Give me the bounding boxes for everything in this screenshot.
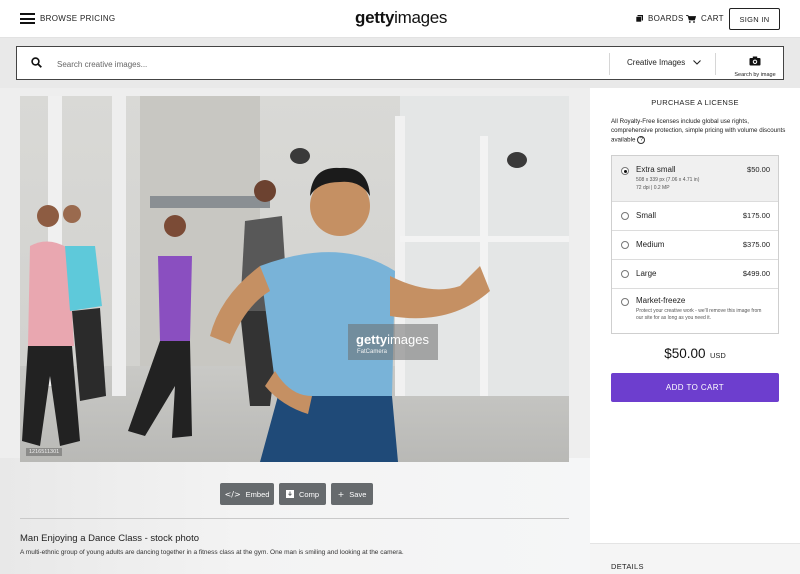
option-dimensions: 508 x 339 px (7.06 x 4.71 in) (636, 177, 700, 183)
cart-icon (686, 14, 696, 23)
save-button[interactable]: + Save (331, 483, 373, 505)
pricing-link[interactable]: PRICING (80, 14, 115, 23)
photo-id: 1216511301 (26, 448, 63, 456)
total-amount: $50.00 (664, 346, 706, 361)
radio-button[interactable] (621, 212, 629, 220)
radio-button[interactable] (621, 298, 629, 306)
photo-description: A multi-ethnic group of young adults are… (20, 549, 404, 556)
license-panel: PURCHASE A LICENSE All Royalty-Free lice… (590, 88, 800, 574)
add-to-cart-button[interactable]: ADD TO CART (611, 373, 779, 402)
boards-link[interactable]: BOARDS (636, 14, 684, 23)
image-type-label: Creative Images (627, 58, 686, 67)
option-price: $375.00 (742, 240, 770, 249)
license-options: Extra small $50.00 508 x 339 px (7.06 x … (611, 155, 779, 334)
code-icon: </> (224, 489, 241, 499)
license-info: All Royalty-Free licenses include global… (611, 118, 786, 146)
details-heading[interactable]: DETAILS (611, 562, 644, 571)
option-name: Extra small (636, 165, 676, 174)
option-name: Small (636, 211, 657, 220)
boards-label: BOARDS (648, 14, 684, 23)
details-section: DETAILS (590, 543, 800, 574)
option-description: Protect your creative work - we'll remov… (636, 308, 762, 321)
search-icon[interactable] (31, 57, 42, 68)
radio-button[interactable] (621, 270, 629, 278)
photo-credit: FatCamera (357, 349, 388, 355)
hamburger-menu-icon[interactable] (20, 13, 35, 24)
option-name: Large (636, 269, 657, 278)
total-price: $50.00 USD (590, 345, 800, 363)
cart-label: CART (701, 14, 724, 23)
embed-label: Embed (245, 489, 270, 499)
embed-button[interactable]: </> Embed (220, 483, 274, 505)
plus-icon: + (337, 489, 345, 499)
search-bar: Creative Images Search by image (16, 46, 784, 80)
comp-label: Comp (298, 489, 319, 499)
search-divider (609, 53, 610, 75)
search-divider (715, 53, 716, 75)
size-option-large[interactable]: Large $499.00 (612, 260, 778, 289)
help-icon[interactable]: ? (637, 135, 646, 144)
option-price: $499.00 (742, 269, 770, 278)
getty-images-logo[interactable]: gettyimages (355, 8, 447, 28)
photo-title: Man Enjoying a Dance Class - stock photo (20, 533, 200, 544)
currency: USD (709, 351, 726, 360)
viewer-background (0, 458, 590, 574)
comp-button[interactable]: Comp (279, 483, 326, 505)
browse-link[interactable]: BROWSE (40, 14, 77, 23)
save-label: Save (349, 489, 367, 499)
option-price: $50.00 (747, 165, 770, 174)
option-price: $175.00 (742, 211, 770, 220)
cart-link[interactable]: CART (686, 14, 724, 23)
search-by-image-label: Search by image (734, 72, 776, 78)
search-input[interactable] (57, 55, 597, 73)
download-icon (285, 490, 294, 498)
size-option-market-freeze[interactable]: Market-freeze Protect your creative work… (612, 289, 778, 333)
option-name: Market-freeze (636, 296, 686, 305)
search-band: Creative Images Search by image (0, 38, 800, 88)
boards-icon (636, 15, 643, 22)
size-option-extra-small[interactable]: Extra small $50.00 508 x 339 px (7.06 x … (612, 156, 778, 202)
purchase-license-heading: PURCHASE A LICENSE (651, 98, 739, 107)
watermark-logo: gettyimages (356, 332, 429, 347)
search-by-image-button[interactable]: Search by image (729, 53, 781, 78)
divider (20, 518, 569, 519)
camera-icon (749, 56, 761, 66)
option-resolution: 72 dpi | 0.2 MP (636, 185, 670, 191)
sign-in-button[interactable]: SIGN IN (729, 8, 780, 30)
image-viewer: gettyimages FatCamera 1216511301 </> Emb… (0, 88, 590, 574)
radio-button[interactable] (621, 241, 629, 249)
stock-photo[interactable]: gettyimages FatCamera 1216511301 (20, 96, 569, 462)
dance-class-illustration (20, 96, 569, 462)
option-name: Medium (636, 240, 665, 249)
radio-button[interactable] (621, 167, 629, 175)
chevron-down-icon (693, 60, 702, 65)
size-option-small[interactable]: Small $175.00 (612, 202, 778, 231)
image-type-dropdown[interactable]: Creative Images (627, 58, 702, 67)
top-header: BROWSE PRICING gettyimages BOARDS CART S… (0, 0, 800, 38)
size-option-medium[interactable]: Medium $375.00 (612, 231, 778, 260)
